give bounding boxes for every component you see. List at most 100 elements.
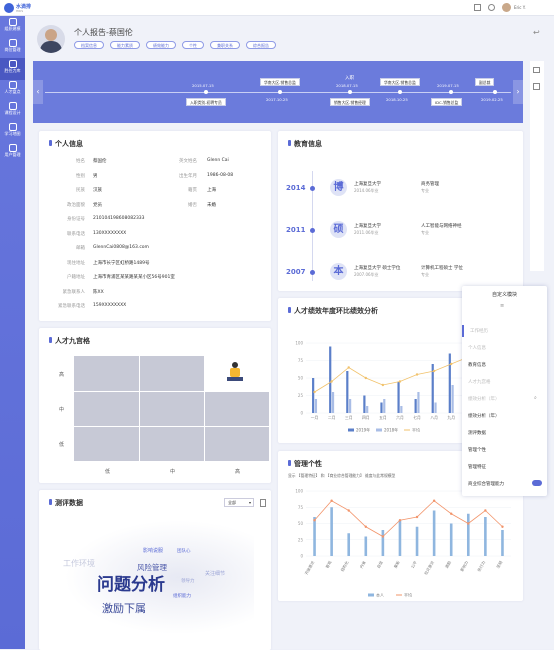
bar[interactable] (364, 536, 368, 557)
nine-grid-labels: 高中低低中高 (39, 328, 271, 483)
timeline-date: 2018.07.15 (336, 83, 358, 88)
field-value: 蔡国伦 (93, 159, 107, 164)
bar[interactable] (417, 392, 420, 413)
custom-module-item[interactable]: 测评数据 (462, 427, 547, 439)
bar[interactable] (330, 507, 333, 556)
bar[interactable] (314, 399, 318, 413)
sidebar-item[interactable]: 岗位管理 (0, 37, 25, 59)
profile-tag[interactable]: 能力素质 (110, 41, 140, 49)
print-icon[interactable] (533, 67, 540, 73)
top-bar: 水滴排 HRIS Eric Y. (0, 0, 554, 16)
user-avatar[interactable] (502, 3, 511, 12)
x-tick-label: 四月 (362, 415, 370, 420)
bar[interactable] (449, 523, 453, 557)
bar[interactable] (400, 406, 403, 413)
custom-module-item[interactable]: 个人信息 (462, 342, 547, 354)
timeline-date: 2019.02.25 (481, 97, 503, 102)
bar[interactable] (381, 530, 385, 556)
timeline-role[interactable]: IDC-销售总监 (431, 98, 463, 106)
app-logo-sub: HRIS (16, 9, 24, 13)
custom-module-item[interactable]: 管理特征 (462, 461, 547, 473)
y-tick-label: 25 (298, 393, 304, 398)
profile-tag[interactable]: 绩效能力 (146, 41, 176, 49)
custom-module-item[interactable]: 工作经历 (462, 325, 547, 337)
timeline-role[interactable]: 入职类别-初聘专员 (186, 98, 226, 106)
custom-module-label: 测评数据 (468, 431, 486, 436)
bar[interactable] (484, 517, 487, 556)
bar[interactable] (329, 346, 332, 414)
legend-label: 平均 (412, 427, 420, 433)
word-cloud-term: 领导力 (181, 579, 195, 584)
custom-module-item[interactable]: 管理个性 (462, 444, 547, 456)
sidebar-item[interactable]: 用户管理 (0, 142, 25, 164)
bar[interactable] (380, 402, 383, 414)
bar[interactable] (415, 526, 419, 556)
bar[interactable] (466, 513, 470, 556)
bar[interactable] (349, 399, 352, 413)
word-cloud-term: 问题分析 (97, 575, 165, 595)
bar[interactable] (398, 520, 402, 556)
bar[interactable] (366, 406, 369, 413)
y-tick-label: 75 (298, 358, 304, 363)
y-tick-label: 100 (295, 341, 303, 346)
bar[interactable] (448, 353, 451, 414)
bar[interactable] (347, 533, 351, 556)
nav-icon (8, 60, 17, 68)
bar[interactable] (501, 530, 504, 556)
custom-module-item[interactable]: 商业综合管理能力 (462, 478, 547, 490)
app-logo-icon[interactable] (4, 3, 14, 13)
sidebar-item-label: 用户管理 (4, 152, 21, 157)
sidebar-item[interactable]: 学习地图 (0, 121, 25, 143)
field-value: 1986-08-08 (207, 172, 234, 178)
profile-tag[interactable]: 综合报告 (246, 41, 276, 49)
edu-date: 2014.06毕业 (354, 188, 379, 193)
back-icon[interactable]: ↩ (533, 28, 540, 37)
field-label: 出生年月 (179, 173, 197, 179)
sidebar-item[interactable]: 胜任力库 (0, 58, 25, 80)
field-value: 159XXXXXXXX (93, 303, 127, 308)
bar[interactable] (313, 517, 316, 556)
search-icon[interactable]: ⌕ (534, 395, 537, 401)
timeline-role[interactable]: 副总裁 (475, 78, 495, 86)
profile-tag[interactable]: 档案信息 (74, 41, 104, 49)
grid-icon[interactable] (474, 4, 481, 11)
profile-tag[interactable]: 兼职关系 (210, 41, 240, 49)
bar[interactable] (414, 399, 417, 413)
personal-info-card: 个人信息 姓名 蔡国伦 英文姓名 Glenn Cai 性别男出生年月 1986-08-08… (39, 131, 271, 321)
custom-module-item[interactable]: 绩效分析（年） ⌕ (462, 393, 547, 405)
custom-module-label: 管理特征 (468, 465, 486, 470)
word-cloud: 问题分析 激励下属 风险管理 工作环境 影响说服 团队心 关注细节 组织能力 领导力 (39, 490, 271, 650)
timeline-role[interactable]: 华南大区-销售总监 (260, 78, 300, 86)
bar[interactable] (451, 385, 454, 413)
profile-tag[interactable]: 个性 (182, 41, 204, 49)
line-point (432, 369, 436, 373)
bar[interactable] (363, 395, 366, 414)
custom-module-item[interactable]: 教育信息 (462, 359, 547, 371)
export-icon[interactable] (533, 83, 540, 90)
user-name[interactable]: Eric Y. (514, 5, 526, 10)
bar[interactable] (432, 510, 436, 557)
custom-module-item[interactable]: 绩效分析（年） (462, 410, 547, 422)
line-point (398, 519, 402, 522)
x-tick-label: 内省 (359, 560, 367, 569)
timeline-role[interactable]: 华南大区-销售总监 (380, 78, 420, 86)
sidebar-item[interactable]: 课程设计 (0, 100, 25, 122)
bar[interactable] (346, 371, 349, 413)
toggle-switch[interactable] (532, 480, 542, 486)
custom-module-label: 工作经历 (470, 329, 488, 334)
bar[interactable] (312, 378, 315, 413)
timeline-role[interactable]: 销售大区-销售经理 (330, 98, 370, 106)
sidebar-item[interactable]: 组织建模 (0, 16, 25, 38)
field-label: 邮箱 (76, 246, 85, 251)
timeline-dot (493, 90, 497, 94)
bar[interactable] (331, 392, 335, 413)
bar[interactable] (434, 402, 437, 414)
custom-module-item[interactable]: 人才九宫格 (462, 376, 547, 388)
sidebar-item[interactable]: 人才盘点 (0, 79, 25, 101)
y-tick-label: 25 (298, 537, 304, 542)
word-cloud-term: 激励下属 (102, 602, 146, 615)
bar[interactable] (383, 399, 386, 413)
settings-icon[interactable] (488, 4, 495, 11)
field-label: 性别 (76, 173, 85, 179)
bar[interactable] (397, 381, 400, 414)
